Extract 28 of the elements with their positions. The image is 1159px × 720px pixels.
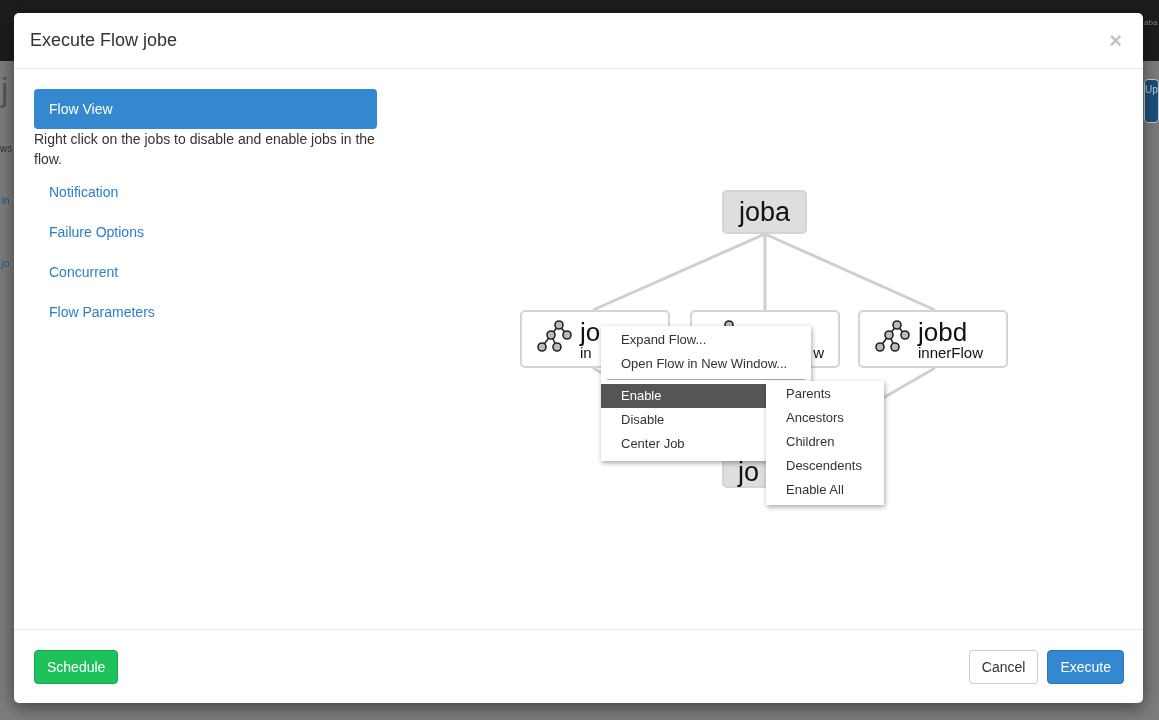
menu-item[interactable]: Children (766, 430, 884, 454)
background-text: ws (0, 143, 13, 154)
job-node[interactable]: jobd innerFlow (858, 310, 1008, 368)
job-type: w (813, 345, 824, 360)
job-name: jo (580, 318, 601, 345)
background-text: Up (1144, 79, 1159, 123)
dialog-title: Execute Flow jobe (30, 30, 178, 51)
footer-button[interactable]: Cancel (968, 649, 1039, 684)
nav-tab[interactable]: Flow Parameters (34, 292, 377, 332)
job-node[interactable]: joba (722, 190, 807, 234)
menu-item[interactable]: Enable All (766, 478, 884, 502)
menu-item[interactable]: Descendents (766, 454, 884, 478)
description-text: Right click on the jobs to disable and enable jobs in the flow. (34, 130, 376, 169)
nav-tab[interactable]: Flow View (34, 89, 377, 129)
nav-tab[interactable]: Notification (34, 172, 377, 212)
nav-tab[interactable]: Concurrent (34, 252, 377, 292)
background-text: in (1, 194, 10, 206)
job-name: joba (738, 198, 790, 226)
menu-item[interactable]: Parents (766, 382, 884, 406)
background-text: jo (1, 257, 10, 269)
menu-item[interactable]: Enable (601, 384, 766, 408)
job-name: jobd (918, 318, 969, 345)
nav-tab[interactable]: Failure Options (34, 212, 377, 252)
menu-item[interactable]: Ancestors (766, 406, 884, 430)
background-text: aba (1144, 18, 1158, 27)
footer-button[interactable]: Execute (1047, 649, 1124, 684)
menu-item[interactable]: Center Job (601, 432, 766, 456)
menu-item[interactable]: Disable (601, 408, 766, 432)
